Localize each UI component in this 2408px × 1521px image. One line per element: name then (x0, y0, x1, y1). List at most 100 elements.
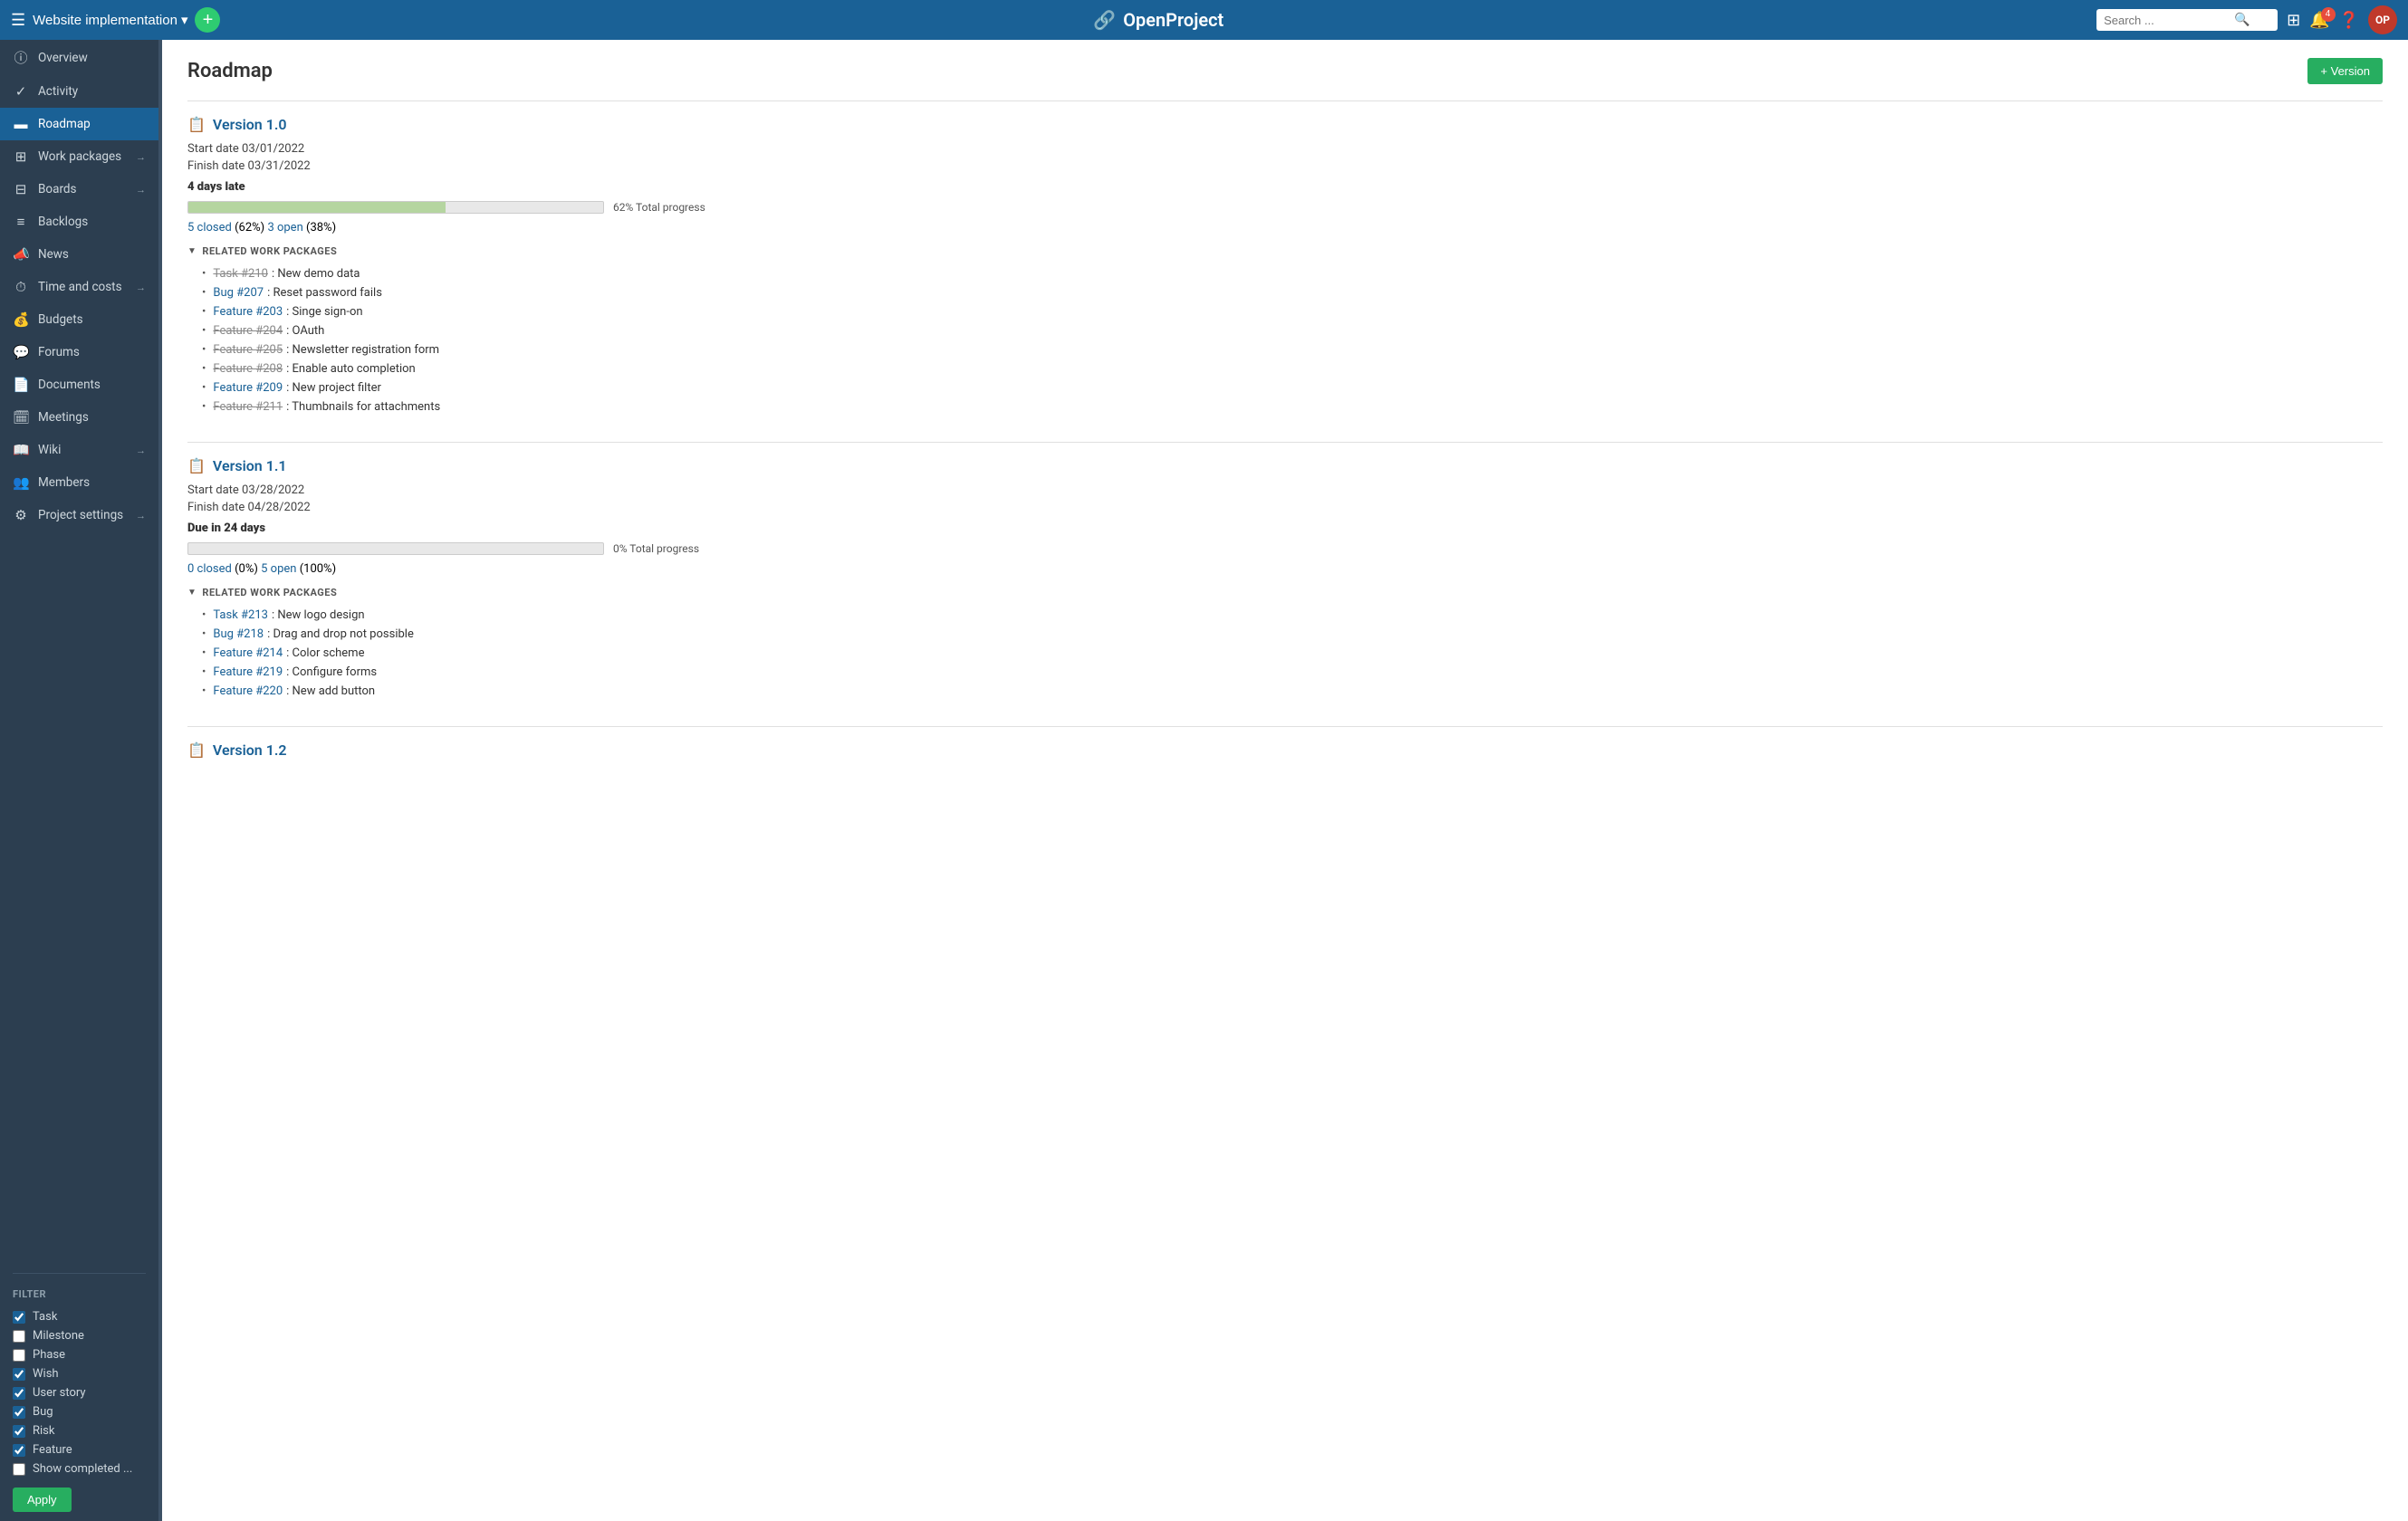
closed-link-v1.0[interactable]: 5 closed (187, 221, 232, 234)
sidebar-icon-backlogs: ≡ (13, 214, 29, 230)
sidebar-item-roadmap[interactable]: ▬ Roadmap (0, 108, 158, 140)
sidebar-item-boards[interactable]: ⊟ Boards → (0, 173, 158, 206)
wp-desc: : New add button (286, 684, 375, 698)
related-label-v1.0: RELATED WORK PACKAGES (202, 245, 337, 257)
help-button[interactable]: ❓ (2339, 11, 2359, 30)
sidebar-nav: ⓘ Overview ✓ Activity ▬ Roadmap ⊞ Work p… (0, 40, 158, 1268)
add-version-button[interactable]: + Version (2307, 58, 2383, 84)
wp-link[interactable]: Feature #211 (213, 400, 283, 414)
wp-desc: : New logo design (272, 608, 365, 622)
nav-left: ☰ Website implementation ▾ + (11, 7, 220, 33)
sidebar-item-news[interactable]: 📣 News (0, 238, 158, 271)
wp-link[interactable]: Feature #214 (213, 646, 283, 660)
progress-bar-bg-v1.0 (187, 201, 604, 214)
related-header-v1.0[interactable]: ▼ RELATED WORK PACKAGES (187, 245, 2383, 257)
filter-item-phase[interactable]: Phase (13, 1345, 146, 1364)
related-header-v1.1[interactable]: ▼ RELATED WORK PACKAGES (187, 587, 2383, 598)
wp-link[interactable]: Feature #220 (213, 684, 283, 698)
sidebar-item-project-settings[interactable]: ⚙ Project settings → (0, 499, 158, 531)
filter-checkbox-phase[interactable] (13, 1349, 25, 1362)
sidebar-item-overview[interactable]: ⓘ Overview (0, 40, 158, 75)
sidebar-label-members: Members (38, 475, 146, 490)
list-item: Feature #214 : Color scheme (202, 644, 2383, 663)
page-header: Roadmap + Version (187, 58, 2383, 84)
sidebar-item-documents[interactable]: 📄 Documents (0, 368, 158, 401)
version-link-v1.2[interactable]: Version 1.2 (213, 741, 287, 759)
sidebar: ⓘ Overview ✓ Activity ▬ Roadmap ⊞ Work p… (0, 40, 158, 1521)
filter-label-show-completed: Show completed ... (33, 1462, 132, 1476)
progress-bar-wrap-v1.1: 0% Total progress (187, 542, 2383, 555)
filter-item-show-completed[interactable]: Show completed ... (13, 1459, 146, 1478)
sidebar-item-forums[interactable]: 💬 Forums (0, 336, 158, 368)
sidebar-item-activity[interactable]: ✓ Activity (0, 75, 158, 108)
add-button[interactable]: + (195, 7, 220, 33)
closed-pct-v1.1: (0%) (235, 562, 261, 576)
sidebar-arrow-wiki: → (136, 445, 146, 456)
list-item: Feature #203 : Singe sign-on (202, 302, 2383, 321)
wp-link[interactable]: Feature #204 (213, 324, 283, 338)
wp-link[interactable]: Feature #209 (213, 381, 283, 395)
sidebar-label-roadmap: Roadmap (38, 117, 146, 131)
open-link-v1.1[interactable]: 5 open (261, 562, 296, 576)
filter-apply-button[interactable]: Apply (13, 1488, 72, 1512)
filter-checkbox-show-completed[interactable] (13, 1463, 25, 1476)
search-input[interactable] (2104, 14, 2231, 27)
filter-item-wish[interactable]: Wish (13, 1364, 146, 1383)
wp-desc: : Enable auto completion (286, 362, 416, 376)
wp-link[interactable]: Feature #205 (213, 343, 283, 357)
wp-link[interactable]: Bug #207 (213, 286, 264, 300)
sidebar-label-wiki: Wiki (38, 443, 127, 457)
sidebar-item-meetings[interactable]: 🗓 Meetings (0, 401, 158, 434)
sidebar-item-wiki[interactable]: 📖 Wiki → (0, 434, 158, 466)
avatar[interactable]: OP (2368, 5, 2397, 34)
grid-icon-button[interactable]: ⊞ (2287, 11, 2300, 30)
sidebar-icon-wiki: 📖 (13, 442, 29, 458)
wp-link[interactable]: Task #213 (213, 608, 268, 622)
content-area: Roadmap + Version 📋 Version 1.0 Start da… (162, 40, 2408, 1521)
filter-item-feature[interactable]: Feature (13, 1440, 146, 1459)
wp-link[interactable]: Feature #219 (213, 665, 283, 679)
wp-link[interactable]: Task #210 (213, 267, 268, 281)
wp-link[interactable]: Bug #218 (213, 627, 264, 641)
sidebar-icon-members: 👥 (13, 474, 29, 491)
version-icon-v1.1: 📋 (187, 457, 206, 474)
grid-icon: ⊞ (2287, 11, 2300, 30)
sidebar-item-backlogs[interactable]: ≡ Backlogs (0, 206, 158, 238)
filter-checkbox-task[interactable] (13, 1311, 25, 1324)
sidebar-item-time-costs[interactable]: ⏱ Time and costs → (0, 271, 158, 303)
project-selector[interactable]: Website implementation ▾ (33, 12, 187, 28)
filter-item-bug[interactable]: Bug (13, 1402, 146, 1421)
search-box[interactable]: 🔍 (2096, 9, 2278, 31)
sidebar-label-time-costs: Time and costs (38, 280, 127, 294)
closed-link-v1.1[interactable]: 0 closed (187, 562, 232, 576)
sidebar-item-members[interactable]: 👥 Members (0, 466, 158, 499)
list-item: Feature #219 : Configure forms (202, 663, 2383, 682)
wp-desc: : Reset password fails (267, 286, 382, 300)
filter-section: FILTER Task Milestone Phase Wish User st… (0, 1279, 158, 1521)
wp-link[interactable]: Feature #203 (213, 305, 283, 319)
wp-desc: : Thumbnails for attachments (286, 400, 440, 414)
sidebar-item-work-packages[interactable]: ⊞ Work packages → (0, 140, 158, 173)
wp-link[interactable]: Feature #208 (213, 362, 283, 376)
notifications-button[interactable]: 🔔 4 (2309, 11, 2329, 30)
filter-item-milestone[interactable]: Milestone (13, 1326, 146, 1345)
list-item: Feature #211 : Thumbnails for attachment… (202, 397, 2383, 416)
sidebar-icon-documents: 📄 (13, 377, 29, 393)
filter-checkbox-bug[interactable] (13, 1406, 25, 1419)
filter-checkbox-wish[interactable] (13, 1368, 25, 1381)
filter-checkbox-risk[interactable] (13, 1425, 25, 1438)
filter-checkbox-milestone[interactable] (13, 1330, 25, 1343)
filter-item-user-story[interactable]: User story (13, 1383, 146, 1402)
version-block-v1.0: 📋 Version 1.0 Start date 03/01/2022 Fini… (187, 100, 2383, 416)
sidebar-label-budgets: Budgets (38, 312, 146, 327)
version-link-v1.0[interactable]: Version 1.0 (213, 116, 287, 133)
open-link-v1.0[interactable]: 3 open (267, 221, 302, 234)
filter-checkbox-user-story[interactable] (13, 1387, 25, 1400)
versions-container: 📋 Version 1.0 Start date 03/01/2022 Fini… (187, 100, 2383, 759)
filter-item-risk[interactable]: Risk (13, 1421, 146, 1440)
sidebar-item-budgets[interactable]: 💰 Budgets (0, 303, 158, 336)
hamburger-button[interactable]: ☰ (11, 11, 25, 30)
filter-checkbox-feature[interactable] (13, 1444, 25, 1457)
filter-item-task[interactable]: Task (13, 1307, 146, 1326)
version-link-v1.1[interactable]: Version 1.1 (213, 457, 287, 474)
